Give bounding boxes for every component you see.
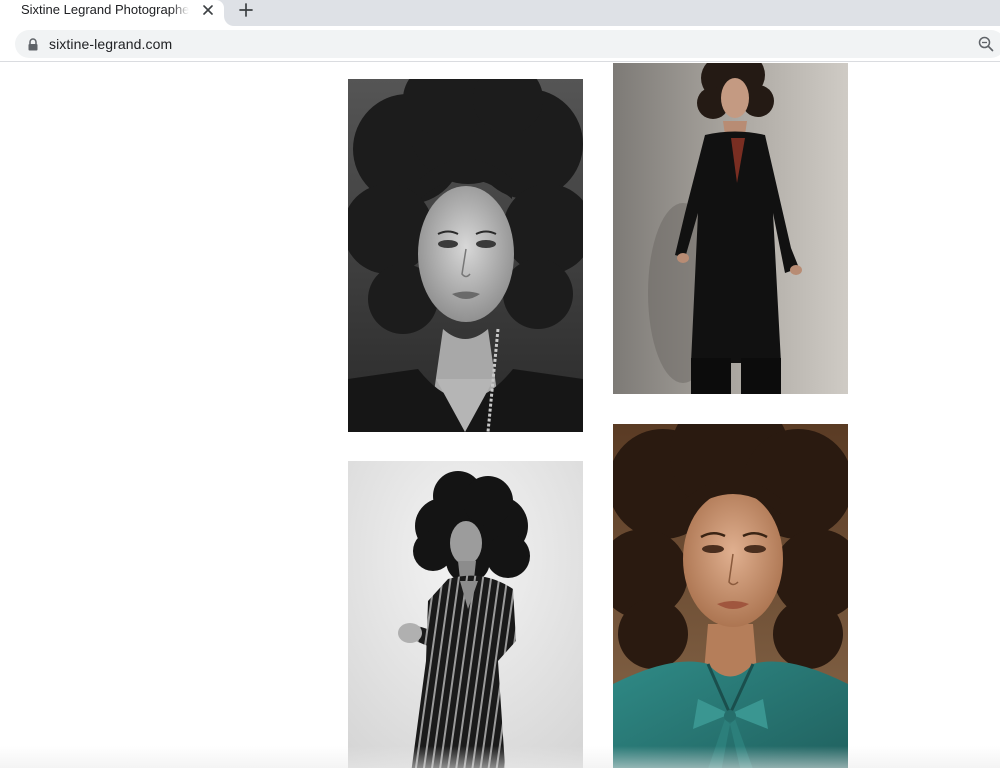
plus-icon[interactable] [236, 0, 256, 20]
lock-icon[interactable] [27, 38, 39, 51]
gallery-photo-2[interactable] [613, 63, 848, 394]
gallery-photo-1[interactable] [348, 79, 583, 432]
gallery-photo-3[interactable] [348, 461, 583, 768]
gallery-photo-4[interactable] [613, 424, 848, 768]
page-content [0, 63, 1000, 768]
tab-curve [224, 16, 234, 26]
browser-toolbar: sixtine-legrand.com [0, 26, 1000, 62]
active-tab[interactable]: Sixtine Legrand Photographe | [0, 0, 224, 26]
address-bar[interactable]: sixtine-legrand.com [15, 30, 1000, 58]
tab-title: Sixtine Legrand Photographe | [21, 2, 191, 17]
close-icon[interactable] [199, 1, 217, 19]
tab-strip: Sixtine Legrand Photographe | [0, 0, 1000, 26]
zoom-icon[interactable] [978, 36, 994, 52]
url-text[interactable]: sixtine-legrand.com [49, 36, 172, 52]
